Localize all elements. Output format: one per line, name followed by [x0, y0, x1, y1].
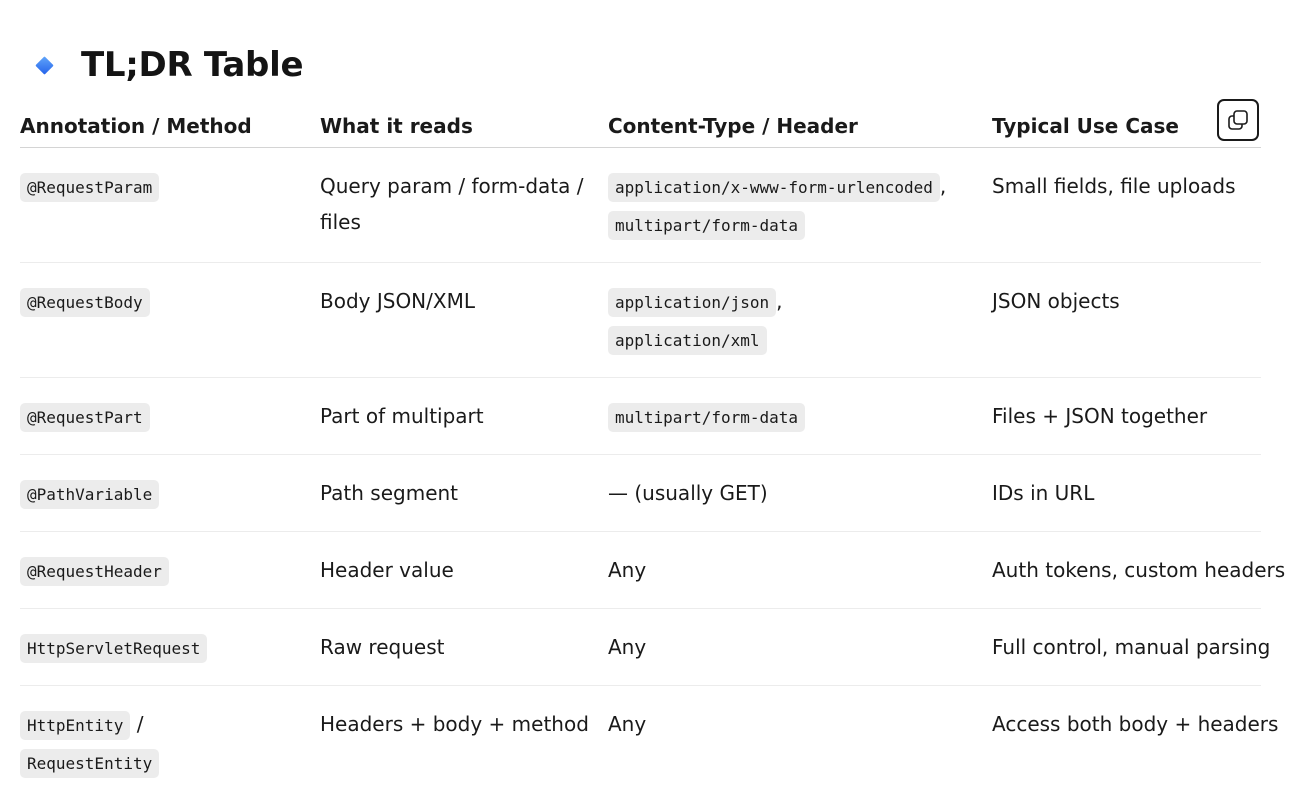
method-code: HttpEntity — [20, 711, 130, 740]
content-type-cell: application/json,application/xml — [608, 263, 992, 378]
content-type-cell: Any — [608, 686, 992, 800]
method-cell: HttpEntity / RequestEntity — [20, 686, 320, 800]
table-row: HttpServletRequest Raw request Any Full … — [20, 609, 1261, 686]
content-type-code: application/xml — [608, 326, 767, 355]
table-row: @RequestPart Part of multipart multipart… — [20, 378, 1261, 455]
table-row: @RequestHeader Header value Any Auth tok… — [20, 532, 1261, 609]
method-cell: @RequestBody — [20, 263, 320, 378]
section-heading: TL;DR Table — [34, 42, 303, 88]
reads-cell: Path segment — [320, 455, 608, 532]
content-type-code: application/x-www-form-urlencoded — [608, 173, 940, 202]
method-cell: @RequestHeader — [20, 532, 320, 609]
table-row: HttpEntity / RequestEntity Headers + body… — [20, 686, 1261, 800]
use-case-cell: JSON objects — [992, 263, 1261, 378]
reads-cell: Body JSON/XML — [320, 263, 608, 378]
content-type-code: multipart/form-data — [608, 211, 805, 240]
reads-cell: Header value — [320, 532, 608, 609]
tldr-table: Annotation / Method What it reads Conten… — [20, 104, 1261, 800]
use-case-cell: Auth tokens, custom headers — [992, 532, 1261, 609]
use-case-cell: Small fields, file uploads — [992, 148, 1261, 263]
method-code: RequestEntity — [20, 749, 159, 778]
page-title: TL;DR Table — [81, 45, 303, 85]
content-type-cell: — (usually GET) — [608, 455, 992, 532]
diamond-bullet-icon — [35, 56, 53, 74]
method-code: @PathVariable — [20, 480, 159, 509]
content-type-code: multipart/form-data — [608, 403, 805, 432]
column-header-method: Annotation / Method — [20, 104, 320, 148]
reads-cell: Query param / form-data / files — [320, 148, 608, 263]
method-separator: / — [137, 712, 144, 736]
content-type-code: application/json — [608, 288, 776, 317]
content-type-cell: Any — [608, 532, 992, 609]
table-row: @RequestParam Query param / form-data / … — [20, 148, 1261, 263]
reads-cell: Headers + body + method — [320, 686, 608, 800]
content-type-cell: application/x-www-form-urlencoded, multi… — [608, 148, 992, 263]
column-header-reads: What it reads — [320, 104, 608, 148]
use-case-cell: Full control, manual parsing — [992, 609, 1261, 686]
method-code: @RequestPart — [20, 403, 150, 432]
method-code: @RequestHeader — [20, 557, 169, 586]
content-type-cell: Any — [608, 609, 992, 686]
method-cell: @RequestParam — [20, 148, 320, 263]
method-cell: @RequestPart — [20, 378, 320, 455]
method-cell: @PathVariable — [20, 455, 320, 532]
method-code: @RequestBody — [20, 288, 150, 317]
method-code: @RequestParam — [20, 173, 159, 202]
use-case-cell: IDs in URL — [992, 455, 1261, 532]
column-header-use-case: Typical Use Case — [992, 104, 1261, 148]
method-code: HttpServletRequest — [20, 634, 207, 663]
table-row: @PathVariable Path segment — (usually GE… — [20, 455, 1261, 532]
reads-cell: Part of multipart — [320, 378, 608, 455]
use-case-cell: Access both body + headers — [992, 686, 1261, 800]
table-row: @RequestBody Body JSON/XML application/j… — [20, 263, 1261, 378]
use-case-cell: Files + JSON together — [992, 378, 1261, 455]
content-type-cell: multipart/form-data — [608, 378, 992, 455]
table-header-row: Annotation / Method What it reads Conten… — [20, 104, 1261, 148]
method-cell: HttpServletRequest — [20, 609, 320, 686]
reads-cell: Raw request — [320, 609, 608, 686]
column-header-content-type: Content-Type / Header — [608, 104, 992, 148]
